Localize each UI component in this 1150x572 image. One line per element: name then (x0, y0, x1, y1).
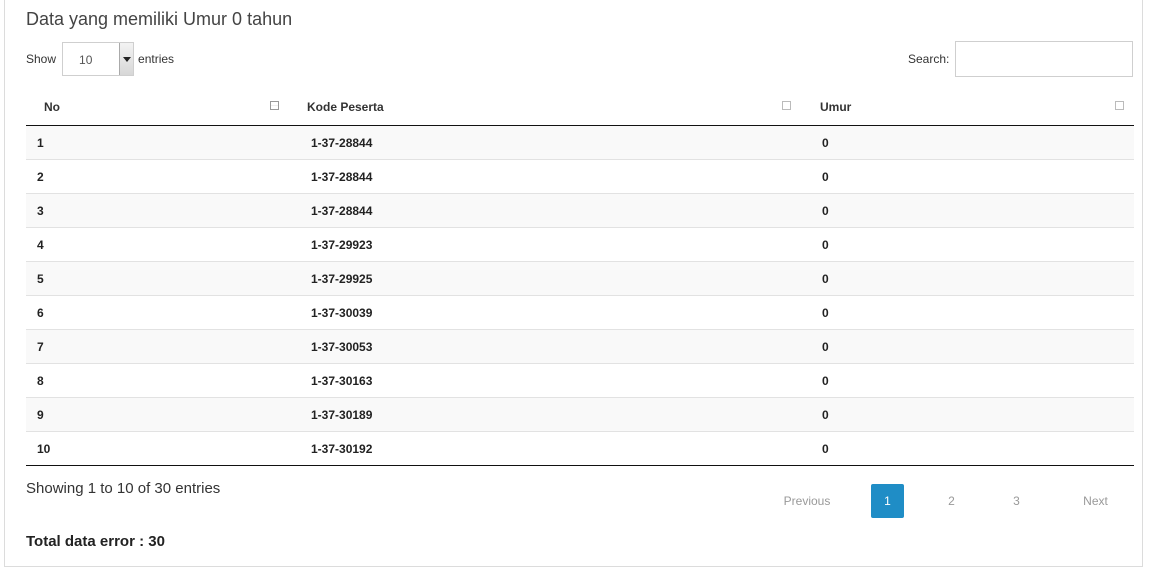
cell-no: 1 (26, 125, 299, 160)
cell-no: 6 (26, 295, 299, 330)
cell-no: 5 (26, 261, 299, 296)
sort-icon[interactable] (270, 101, 279, 110)
cell-no: 3 (26, 193, 299, 228)
cell-umur: 0 (811, 159, 1134, 194)
cell-umur: 0 (811, 261, 1134, 296)
table-row: 7 1-37-30053 0 (26, 329, 1134, 364)
cell-kode-peserta: 1-37-30039 (299, 295, 811, 330)
pagination-previous-button[interactable]: Previous (767, 484, 847, 518)
cell-no: 2 (26, 159, 299, 194)
data-panel: Data yang memiliki Umur 0 tahun Show 10 … (4, 0, 1143, 567)
sort-icon[interactable] (1115, 101, 1124, 110)
table-row: 6 1-37-30039 0 (26, 295, 1134, 330)
cell-no: 10 (26, 431, 299, 466)
cell-umur: 0 (811, 363, 1134, 398)
cell-kode-peserta: 1-37-30163 (299, 363, 811, 398)
table-row: 3 1-37-28844 0 (26, 193, 1134, 228)
entries-select[interactable]: 10 (62, 42, 135, 76)
chevron-down-icon[interactable] (119, 43, 134, 75)
cell-no: 8 (26, 363, 299, 398)
cell-kode-peserta: 1-37-28844 (299, 159, 811, 194)
table-row: 5 1-37-29925 0 (26, 261, 1134, 296)
show-label: Show (26, 52, 57, 66)
column-header-no[interactable]: No (26, 88, 299, 126)
cell-umur: 0 (811, 329, 1134, 364)
cell-umur: 0 (811, 227, 1134, 262)
cell-kode-peserta: 1-37-29925 (299, 261, 811, 296)
table-row: 1 1-37-28844 0 (26, 125, 1134, 160)
cell-kode-peserta: 1-37-30192 (299, 431, 811, 466)
search-control: Search: (908, 41, 1134, 77)
entries-label: entries (138, 52, 175, 66)
pagination-page-3-button[interactable]: 3 (1000, 484, 1033, 518)
cell-umur: 0 (811, 431, 1134, 466)
table-row: 4 1-37-29923 0 (26, 227, 1134, 262)
column-header-label: Kode Peserta (307, 100, 384, 114)
entries-length-control: Show 10 entries (26, 41, 174, 77)
data-table: No Kode Peserta Umur 1 1-37-28844 0 2 1-37-… (26, 88, 1134, 466)
cell-umur: 0 (811, 193, 1134, 228)
cell-kode-peserta: 1-37-30189 (299, 397, 811, 432)
table-row: 8 1-37-30163 0 (26, 363, 1134, 398)
pagination-page-2-button[interactable]: 2 (935, 484, 968, 518)
table-row: 2 1-37-28844 0 (26, 159, 1134, 194)
table-info: Showing 1 to 10 of 30 entries (26, 480, 221, 497)
cell-umur: 0 (811, 397, 1134, 432)
column-header-label: Umur (820, 100, 852, 114)
total-data-error: Total data error : 30 (26, 533, 165, 550)
panel-title: Data yang memiliki Umur 0 tahun (26, 9, 293, 29)
cell-umur: 0 (811, 125, 1134, 160)
entries-select-value: 10 (79, 53, 93, 67)
column-header-umur[interactable]: Umur (811, 88, 1134, 126)
pagination-next-button[interactable]: Next (1067, 484, 1124, 518)
cell-no: 7 (26, 329, 299, 364)
sort-icon[interactable] (782, 101, 791, 110)
column-header-kode-peserta[interactable]: Kode Peserta (299, 88, 811, 126)
cell-kode-peserta: 1-37-30053 (299, 329, 811, 364)
column-header-label: No (44, 100, 60, 114)
table-row: 10 1-37-30192 0 (26, 431, 1134, 466)
cell-umur: 0 (811, 295, 1134, 330)
cell-kode-peserta: 1-37-28844 (299, 193, 811, 228)
cell-no: 9 (26, 397, 299, 432)
search-label: Search: (908, 52, 950, 66)
cell-kode-peserta: 1-37-28844 (299, 125, 811, 160)
search-input[interactable] (955, 41, 1134, 77)
cell-kode-peserta: 1-37-29923 (299, 227, 811, 262)
cell-no: 4 (26, 227, 299, 262)
table-row: 9 1-37-30189 0 (26, 397, 1134, 432)
pagination-page-1-button[interactable]: 1 (871, 484, 904, 518)
